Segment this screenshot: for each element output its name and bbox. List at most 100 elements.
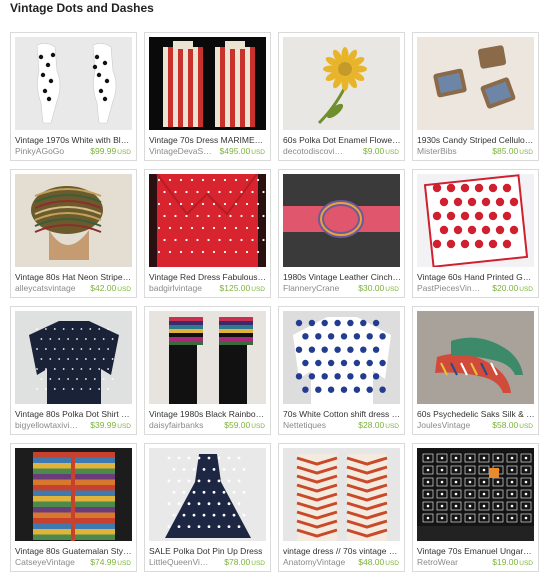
listing-card[interactable]: Vintage 70s Dress MARIMEKKO Striped Maxi… bbox=[144, 32, 271, 161]
price-amount: $85.00 bbox=[492, 146, 519, 156]
price-currency: USD bbox=[519, 149, 533, 156]
page-title: Vintage Dots and Dashes bbox=[10, 1, 154, 15]
listing-thumbnail[interactable] bbox=[417, 311, 534, 404]
listing-card[interactable]: 60s Polka Dot Enamel Flower Broochdecoto… bbox=[278, 32, 405, 161]
shop-name[interactable]: RetroWear bbox=[417, 557, 481, 568]
shop-name[interactable]: decotodiscovintage bbox=[283, 146, 347, 157]
price-currency: USD bbox=[385, 149, 399, 156]
price-currency: USD bbox=[117, 286, 131, 293]
price-currency: USD bbox=[519, 560, 533, 567]
price-currency: USD bbox=[117, 423, 131, 430]
listing-thumbnail[interactable] bbox=[149, 174, 266, 267]
listing-card[interactable]: 70s White Cotton shift dress Blue DotsNe… bbox=[278, 306, 405, 435]
shop-name[interactable]: daisyfairbanks bbox=[149, 420, 213, 431]
shop-name[interactable]: AnatomyVintage bbox=[283, 557, 347, 568]
price-amount: $125.00 bbox=[219, 283, 251, 293]
price-amount: $495.00 bbox=[219, 146, 251, 156]
listing-price: $99.99USD bbox=[90, 146, 131, 158]
listing-thumbnail[interactable] bbox=[283, 448, 400, 541]
listing-title[interactable]: vintage dress // 70s vintage chevron dre… bbox=[283, 546, 401, 557]
listing-thumbnail[interactable] bbox=[149, 448, 266, 541]
price-amount: $39.99 bbox=[90, 420, 117, 430]
listing-thumbnail[interactable] bbox=[417, 37, 534, 130]
listing-title[interactable]: Vintage Red Dress Fabulous Polka Dot bbox=[149, 272, 267, 283]
price-amount: $30.00 bbox=[358, 283, 385, 293]
listing-card[interactable]: vintage dress // 70s vintage chevron dre… bbox=[278, 443, 405, 572]
listing-thumbnail[interactable] bbox=[15, 311, 132, 404]
shop-name[interactable]: VintageDevaStore bbox=[149, 146, 213, 157]
shop-name[interactable]: LittleQueenVintage bbox=[149, 557, 213, 568]
listing-price: $28.00USD bbox=[358, 420, 399, 432]
listing-card[interactable]: Vintage 60s Hand Printed Geometric Scarf… bbox=[412, 169, 539, 298]
listing-card[interactable]: 60s Psychedelic Saks Silk & Leather Pump… bbox=[412, 306, 539, 435]
listing-thumbnail[interactable] bbox=[15, 448, 132, 541]
listing-thumbnail[interactable] bbox=[283, 311, 400, 404]
listing-price: $85.00USD bbox=[492, 146, 533, 158]
price-amount: $99.99 bbox=[90, 146, 117, 156]
price-amount: $42.00 bbox=[90, 283, 117, 293]
listing-card[interactable]: SALE Polka Dot Pin Up Dress LittleQueenVi… bbox=[144, 443, 271, 572]
listing-thumbnail[interactable] bbox=[149, 37, 266, 130]
listing-card[interactable]: Vintage 1970s White with Black Polka Dot… bbox=[10, 32, 137, 161]
listing-title[interactable]: Vintage 60s Hand Printed Geometric Scarf bbox=[417, 272, 535, 283]
listing-grid: Vintage 1970s White with Black Polka Dot… bbox=[10, 32, 539, 572]
listing-card[interactable]: Vintage 70s Emanuel Ungaro Silk ScarfRet… bbox=[412, 443, 539, 572]
shop-name[interactable]: badgirlvintage bbox=[149, 283, 213, 294]
listing-price: $125.00USD bbox=[220, 283, 265, 295]
listing-title[interactable]: Vintage 1970s White with Black Polka Dot… bbox=[15, 135, 133, 146]
listing-card[interactable]: 1930s Candy Striped Celluloid CufflinksM… bbox=[412, 32, 539, 161]
listing-title[interactable]: 60s Polka Dot Enamel Flower Brooch bbox=[283, 135, 401, 146]
listing-price: $42.00USD bbox=[90, 283, 131, 295]
shop-name[interactable]: MisterBibs bbox=[417, 146, 481, 157]
shop-name[interactable]: JoulesVintage bbox=[417, 420, 481, 431]
listing-title[interactable]: SALE Polka Dot Pin Up Dress bbox=[149, 546, 267, 557]
price-currency: USD bbox=[385, 286, 399, 293]
listing-price: $9.00USD bbox=[363, 146, 399, 158]
listing-title[interactable]: 60s Psychedelic Saks Silk & Leather Pump… bbox=[417, 409, 535, 420]
listing-thumbnail[interactable] bbox=[15, 37, 132, 130]
shop-name[interactable]: Nettetiques bbox=[283, 420, 347, 431]
listing-title[interactable]: 1980s Vintage Leather Cinch Belt bbox=[283, 272, 401, 283]
listing-thumbnail[interactable] bbox=[417, 174, 534, 267]
listing-thumbnail[interactable] bbox=[149, 311, 266, 404]
listing-card[interactable]: Vintage Red Dress Fabulous Polka Dotbadg… bbox=[144, 169, 271, 298]
price-currency: USD bbox=[251, 423, 265, 430]
price-amount: $58.00 bbox=[492, 420, 519, 430]
price-amount: $74.99 bbox=[90, 557, 117, 567]
listing-title[interactable]: Vintage 80s Hat Neon Striped Turban bbox=[15, 272, 133, 283]
shop-name[interactable]: PastPiecesVintage bbox=[417, 283, 481, 294]
price-currency: USD bbox=[385, 560, 399, 567]
listing-title[interactable]: 70s White Cotton shift dress Blue Dots bbox=[283, 409, 401, 420]
listing-title[interactable]: Vintage 80s Guatemalan Style Sweater bbox=[15, 546, 133, 557]
shop-name[interactable]: alleycatsvintage bbox=[15, 283, 79, 294]
price-currency: USD bbox=[385, 423, 399, 430]
price-currency: USD bbox=[519, 286, 533, 293]
listing-title[interactable]: Vintage 80s Polka Dot Shirt Navy bbox=[15, 409, 133, 420]
listing-title[interactable]: Vintage 70s Dress MARIMEKKO Striped Maxi bbox=[149, 135, 267, 146]
listing-thumbnail[interactable] bbox=[283, 174, 400, 267]
listing-title[interactable]: 1930s Candy Striped Celluloid Cufflinks bbox=[417, 135, 535, 146]
listing-price: $495.00USD bbox=[220, 146, 265, 158]
listing-thumbnail[interactable] bbox=[283, 37, 400, 130]
price-currency: USD bbox=[519, 423, 533, 430]
listing-card[interactable]: Vintage 80s Polka Dot Shirt Navy bigyello… bbox=[10, 306, 137, 435]
price-amount: $59.00 bbox=[224, 420, 251, 430]
listing-thumbnail[interactable] bbox=[15, 174, 132, 267]
listing-price: $78.00USD bbox=[224, 557, 265, 569]
shop-name[interactable]: CatseyeVintage bbox=[15, 557, 79, 568]
price-amount: $20.00 bbox=[492, 283, 519, 293]
listing-title[interactable]: Vintage 1980s Black Rainbow Striped Maxi bbox=[149, 409, 267, 420]
listing-thumbnail[interactable] bbox=[417, 448, 534, 541]
listing-price: $20.00USD bbox=[492, 283, 533, 295]
listing-card[interactable]: Vintage 1980s Black Rainbow Striped Maxi… bbox=[144, 306, 271, 435]
listing-card[interactable]: Vintage 80s Guatemalan Style SweaterCats… bbox=[10, 443, 137, 572]
price-amount: $28.00 bbox=[358, 420, 385, 430]
listing-price: $74.99USD bbox=[90, 557, 131, 569]
shop-name[interactable]: bigyellowtaxivintage bbox=[15, 420, 79, 431]
shop-name[interactable]: FlanneryCrane bbox=[283, 283, 347, 294]
listing-title[interactable]: Vintage 70s Emanuel Ungaro Silk Scarf bbox=[417, 546, 535, 557]
shop-name[interactable]: PinkyAGoGo bbox=[15, 146, 79, 157]
listing-card[interactable]: 1980s Vintage Leather Cinch Belt Flannery… bbox=[278, 169, 405, 298]
listing-card[interactable]: Vintage 80s Hat Neon Striped Turbanalley… bbox=[10, 169, 137, 298]
price-amount: $78.00 bbox=[224, 557, 251, 567]
